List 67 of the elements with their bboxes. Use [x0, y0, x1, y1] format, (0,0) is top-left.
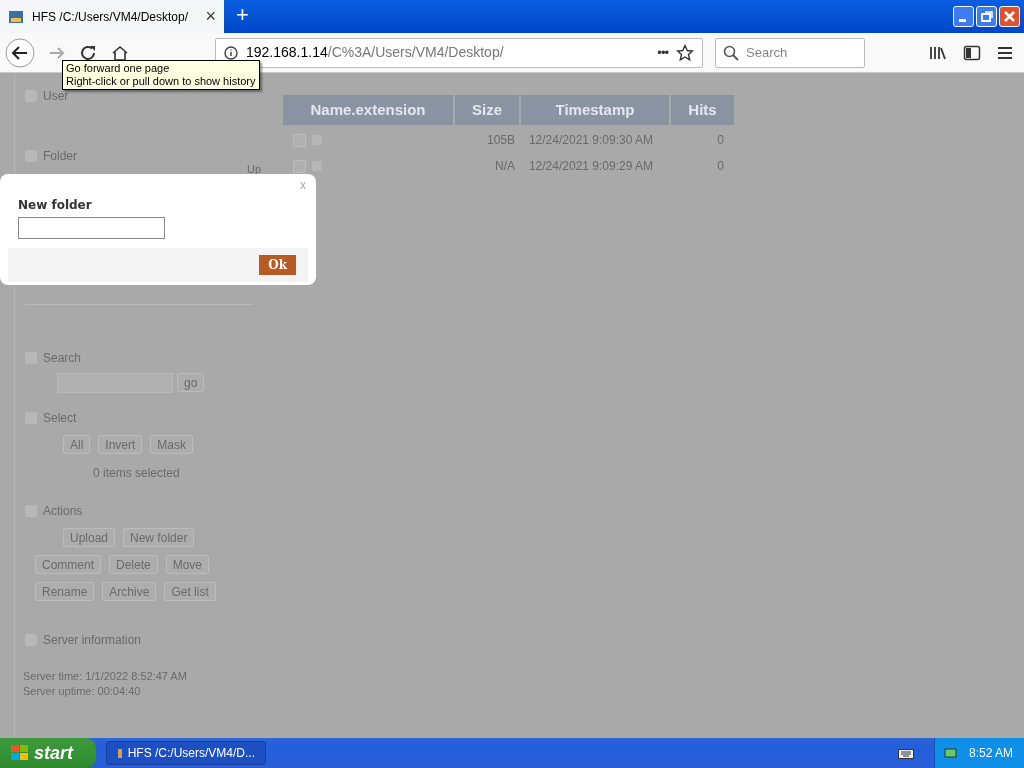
row-checkbox[interactable] — [293, 159, 306, 173]
browser-tab[interactable]: HFS /C:/Users/VM4/Desktop/ × — [0, 0, 224, 33]
taskbar-item[interactable]: HFS /C:/Users/VM4/D... — [106, 741, 266, 765]
menu-icon[interactable] — [997, 45, 1013, 60]
column-header[interactable]: Size — [455, 95, 519, 125]
action-button[interactable]: Delete — [109, 554, 158, 574]
column-header[interactable]: Name.extension — [283, 95, 453, 125]
restore-icon[interactable] — [976, 6, 997, 27]
library-icon[interactable] — [929, 44, 947, 61]
tooltip-line: Go forward one page — [66, 62, 171, 75]
selected-count: 0 items selected — [93, 464, 181, 482]
table-cell-text: 0 — [716, 132, 725, 149]
action-button[interactable]: New folder — [123, 527, 195, 547]
column-header[interactable]: Timestamp — [521, 95, 669, 125]
search-icon — [723, 44, 739, 61]
new-tab-button[interactable]: + — [224, 0, 261, 33]
table-cell-text: 0 — [716, 158, 725, 175]
action-button[interactable]: Comment — [35, 554, 101, 574]
info-icon[interactable] — [224, 45, 238, 60]
action-button[interactable]: Mask — [150, 434, 194, 454]
server-info-line: Server time: 1/1/2022 8:52:47 AM — [23, 668, 188, 684]
section-title: Folder — [43, 148, 77, 165]
app-icon — [117, 746, 122, 760]
network-icon[interactable] — [943, 745, 959, 761]
url-text: 192.168.1.14/C%3A/Users/VM4/Desktop/ — [246, 43, 505, 62]
action-button[interactable]: Upload — [63, 527, 116, 547]
section-title: Server information — [43, 631, 142, 649]
action-button[interactable]: All — [63, 434, 91, 454]
action-button[interactable]: Invert — [98, 434, 143, 454]
action-button[interactable]: Rename — [35, 581, 95, 601]
close-icon[interactable]: x — [300, 176, 306, 194]
section-title: Actions — [43, 502, 83, 520]
search-field[interactable]: Search — [715, 37, 865, 68]
home-icon[interactable] — [111, 43, 129, 62]
back-icon[interactable] — [5, 37, 35, 68]
action-button[interactable]: Archive — [102, 581, 157, 601]
server-info-line: Server uptime: 00:04:40 — [23, 683, 142, 699]
table-cell-text: 105B — [485, 132, 516, 149]
action-button[interactable]: go — [177, 372, 205, 392]
text-field[interactable] — [18, 217, 165, 239]
close-icon[interactable] — [999, 6, 1020, 27]
app-icon — [8, 8, 24, 25]
keyboard-icon[interactable] — [898, 747, 914, 759]
column-header[interactable]: Hits — [671, 95, 734, 125]
reload-icon[interactable] — [79, 43, 97, 62]
table-cell-text: 12/24/2021 9:09:30 AM — [527, 132, 655, 149]
tooltip-line: Right-click or pull down to show history — [66, 75, 256, 88]
close-icon[interactable]: × — [205, 3, 216, 30]
up-link[interactable]: Up — [246, 161, 261, 178]
address-bar[interactable]: 192.168.1.14/C%3A/Users/VM4/Desktop/ ••• — [215, 37, 703, 68]
action-button[interactable]: Get list — [164, 581, 216, 601]
action-button[interactable]: Move — [165, 554, 210, 574]
table-cell-text: 12/24/2021 9:09:29 AM — [527, 158, 655, 175]
minimize-icon[interactable] — [953, 6, 974, 27]
clock: 8:52 AM — [969, 745, 1014, 762]
ok-button[interactable]: Ok — [259, 255, 296, 275]
section-title: Select — [43, 409, 77, 427]
start-button[interactable]: start — [0, 738, 96, 768]
section-title: User — [43, 88, 69, 105]
windows-logo-icon — [10, 744, 30, 762]
tab-title: HFS /C:/Users/VM4/Desktop/ — [32, 8, 190, 26]
more-button[interactable]: ••• — [657, 42, 668, 63]
sidebar-icon[interactable] — [963, 44, 981, 61]
section-title: Search — [43, 349, 82, 367]
star-icon[interactable] — [676, 43, 694, 62]
field-label: New folder — [18, 197, 93, 214]
table-cell-text: N/A — [494, 158, 516, 175]
